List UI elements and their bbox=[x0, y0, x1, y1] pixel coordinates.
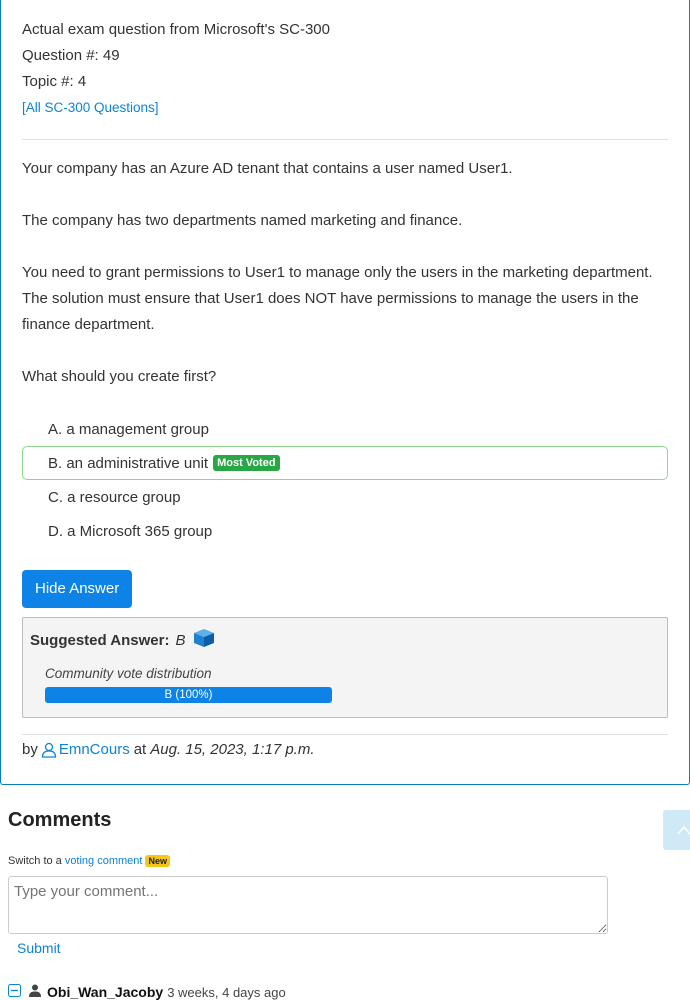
at-label: at bbox=[133, 741, 147, 758]
all-questions-link[interactable]: [All SC-300 Questions] bbox=[22, 100, 159, 115]
choice-b[interactable]: B. an administrative unit Most Voted bbox=[22, 446, 668, 480]
topic-number: Topic #: 4 bbox=[22, 73, 87, 90]
question-card: Actual exam question from Microsoft's SC… bbox=[0, 0, 690, 785]
choice-c[interactable]: C. a resource group bbox=[22, 480, 668, 514]
voting-comment-link[interactable]: voting comment bbox=[65, 855, 143, 867]
comment-input[interactable] bbox=[8, 876, 608, 934]
suggested-answer-label: Suggested Answer: bbox=[30, 631, 170, 649]
collapse-icon[interactable] bbox=[8, 984, 21, 1000]
vote-bar: B (100%) bbox=[45, 687, 332, 703]
comment-author[interactable]: Obi_Wan_Jacoby bbox=[47, 984, 163, 1000]
author-row: by EmnCours at Aug. 15, 2023, 1:17 p.m. bbox=[22, 734, 668, 758]
vote-distribution-label: Community vote distribution bbox=[45, 666, 212, 681]
by-label: by bbox=[22, 741, 38, 758]
choices-list: A. a management group B. an administrati… bbox=[22, 412, 668, 550]
most-voted-badge: Most Voted bbox=[213, 455, 280, 471]
choice-label: C. a resource group bbox=[48, 488, 181, 506]
hide-answer-button[interactable]: Hide Answer bbox=[22, 570, 133, 608]
suggested-answer-value: B bbox=[175, 631, 186, 649]
comment-time: 3 weeks, 4 days ago bbox=[167, 984, 286, 1000]
choice-label: A. a management group bbox=[48, 420, 209, 438]
comments-title: Comments bbox=[8, 809, 112, 831]
choice-label: B. an administrative unit bbox=[48, 454, 209, 472]
choice-label: D. a Microsoft 365 group bbox=[48, 522, 213, 540]
post-date: Aug. 15, 2023, 1:17 p.m. bbox=[150, 741, 315, 758]
question-number: Question #: 49 bbox=[22, 47, 120, 64]
chevron-up-icon bbox=[677, 825, 690, 835]
author-link[interactable]: EmnCours bbox=[41, 741, 130, 758]
person-icon bbox=[29, 984, 41, 1000]
exam-line: Actual exam question from Microsoft's SC… bbox=[22, 21, 330, 38]
user-icon bbox=[41, 742, 56, 758]
author-name: EmnCours bbox=[58, 741, 130, 758]
question-paragraph: You need to grant permissions to User1 t… bbox=[22, 264, 653, 333]
new-badge: New bbox=[145, 855, 170, 867]
answer-box: Suggested Answer: B Community vote distr… bbox=[22, 617, 668, 718]
switch-text: Switch to a bbox=[8, 855, 62, 867]
comment-header: Obi_Wan_Jacoby 3 weeks, 4 days ago bbox=[8, 984, 286, 1000]
question-prompt: What should you create first? bbox=[22, 368, 217, 385]
divider bbox=[22, 139, 668, 140]
cube-icon bbox=[193, 628, 215, 652]
submit-button[interactable]: Submit bbox=[17, 940, 61, 956]
switch-row: Switch to a voting comment New bbox=[8, 855, 170, 867]
choice-a[interactable]: A. a management group bbox=[22, 412, 668, 446]
question-paragraph: The company has two departments named ma… bbox=[22, 212, 463, 229]
scroll-top-button[interactable] bbox=[663, 810, 690, 850]
question-paragraph: Your company has an Azure AD tenant that… bbox=[22, 160, 513, 177]
choice-d[interactable]: D. a Microsoft 365 group bbox=[22, 514, 668, 548]
